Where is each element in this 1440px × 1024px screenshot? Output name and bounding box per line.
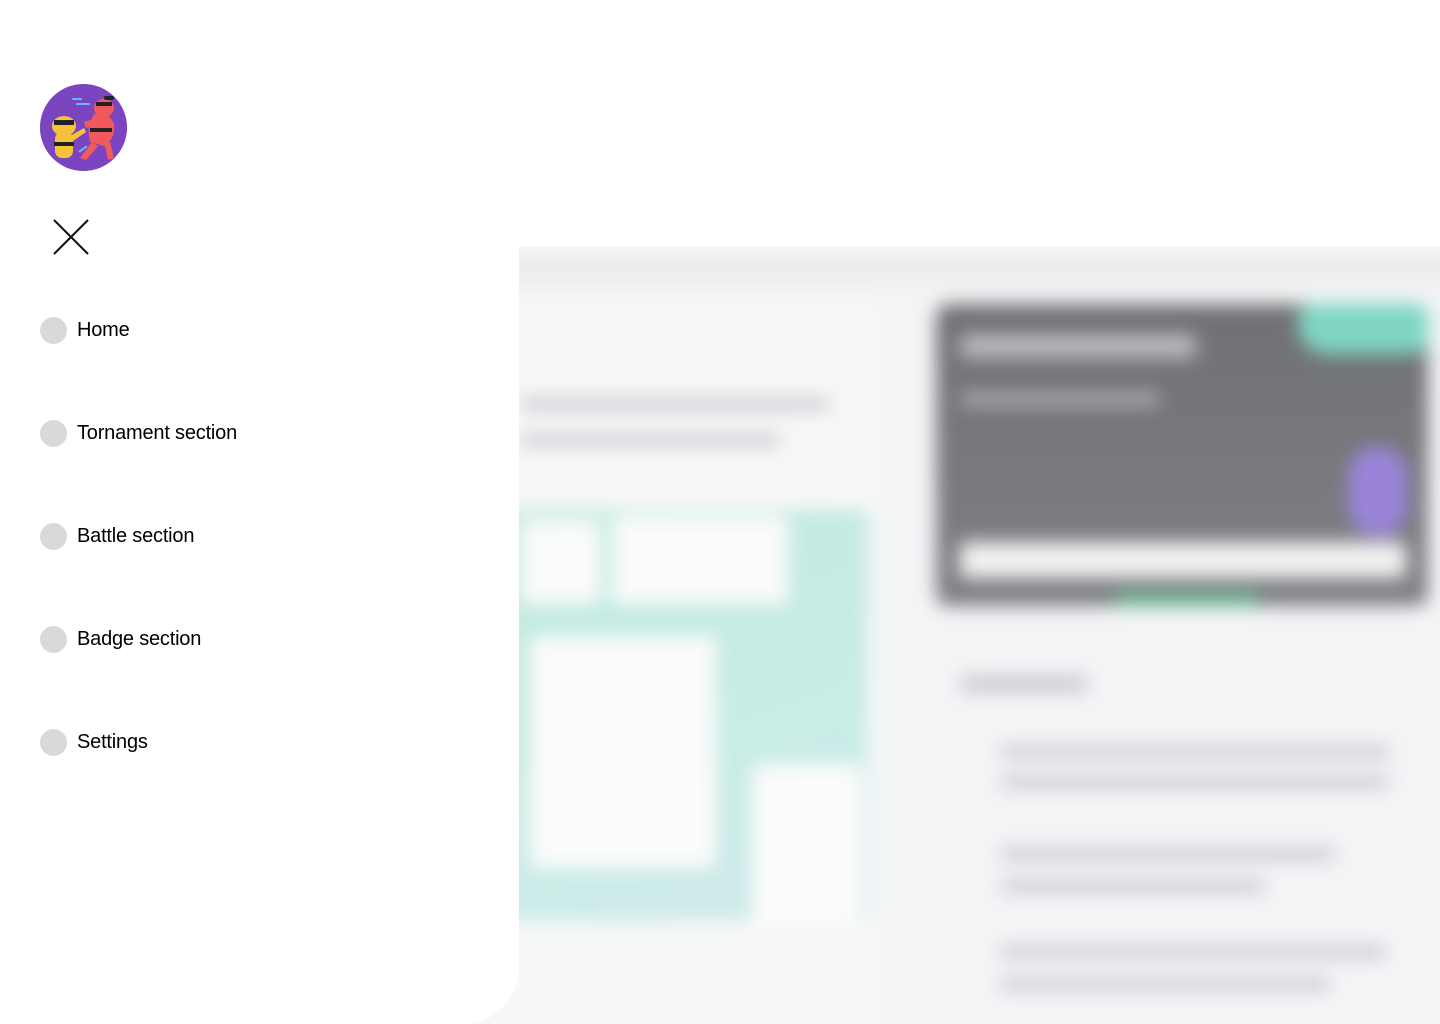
background-banner-accent (1348, 446, 1408, 536)
background-banner-title (960, 334, 1196, 358)
circle-bullet-icon (40, 419, 67, 447)
background-heading-line (960, 676, 1088, 692)
side-menu-nav: Home Tornament section Battle section Ba… (40, 313, 237, 828)
close-menu-button[interactable] (48, 214, 94, 260)
menu-item-badge-section[interactable]: Badge section (40, 622, 237, 656)
menu-item-tournament-section[interactable]: Tornament section (40, 416, 237, 450)
background-text-line (1000, 776, 1390, 788)
background-topbar (380, 248, 1440, 284)
background-list-card (530, 636, 716, 868)
menu-item-home[interactable]: Home (40, 313, 237, 347)
background-mini-card (612, 516, 788, 604)
ninja-fighters-avatar[interactable] (40, 84, 127, 171)
circle-bullet-icon (40, 728, 67, 756)
background-banner-glow (1298, 304, 1428, 354)
background-text-line (1000, 848, 1336, 860)
circle-bullet-icon (40, 316, 67, 344)
background-text-line (520, 434, 780, 446)
background-text-line (520, 398, 830, 410)
menu-item-label: Settings (77, 730, 148, 753)
background-banner-strip (1116, 592, 1256, 606)
background-banner-button (960, 542, 1406, 578)
menu-item-label: Battle section (77, 524, 195, 547)
background-text-line (1000, 946, 1386, 958)
background-text-line (1000, 746, 1390, 758)
background-text-line (1000, 978, 1330, 990)
circle-bullet-icon (40, 522, 67, 550)
screen: Home Tornament section Battle section Ba… (0, 0, 1440, 1024)
background-banner (936, 304, 1428, 606)
background-banner-subtitle (960, 392, 1160, 406)
menu-item-label: Home (77, 318, 130, 341)
background-text-line (1000, 880, 1266, 892)
menu-item-settings[interactable]: Settings (40, 725, 237, 759)
side-menu-drawer: Home Tornament section Battle section Ba… (0, 0, 519, 1024)
menu-item-battle-section[interactable]: Battle section (40, 519, 237, 553)
avatar-illustration (40, 84, 127, 171)
menu-item-label: Badge section (77, 627, 202, 650)
circle-bullet-icon (40, 625, 67, 653)
close-icon (53, 219, 89, 255)
background-mini-card (520, 520, 600, 604)
background-mini-card (752, 764, 862, 924)
menu-item-label: Tornament section (77, 421, 238, 444)
